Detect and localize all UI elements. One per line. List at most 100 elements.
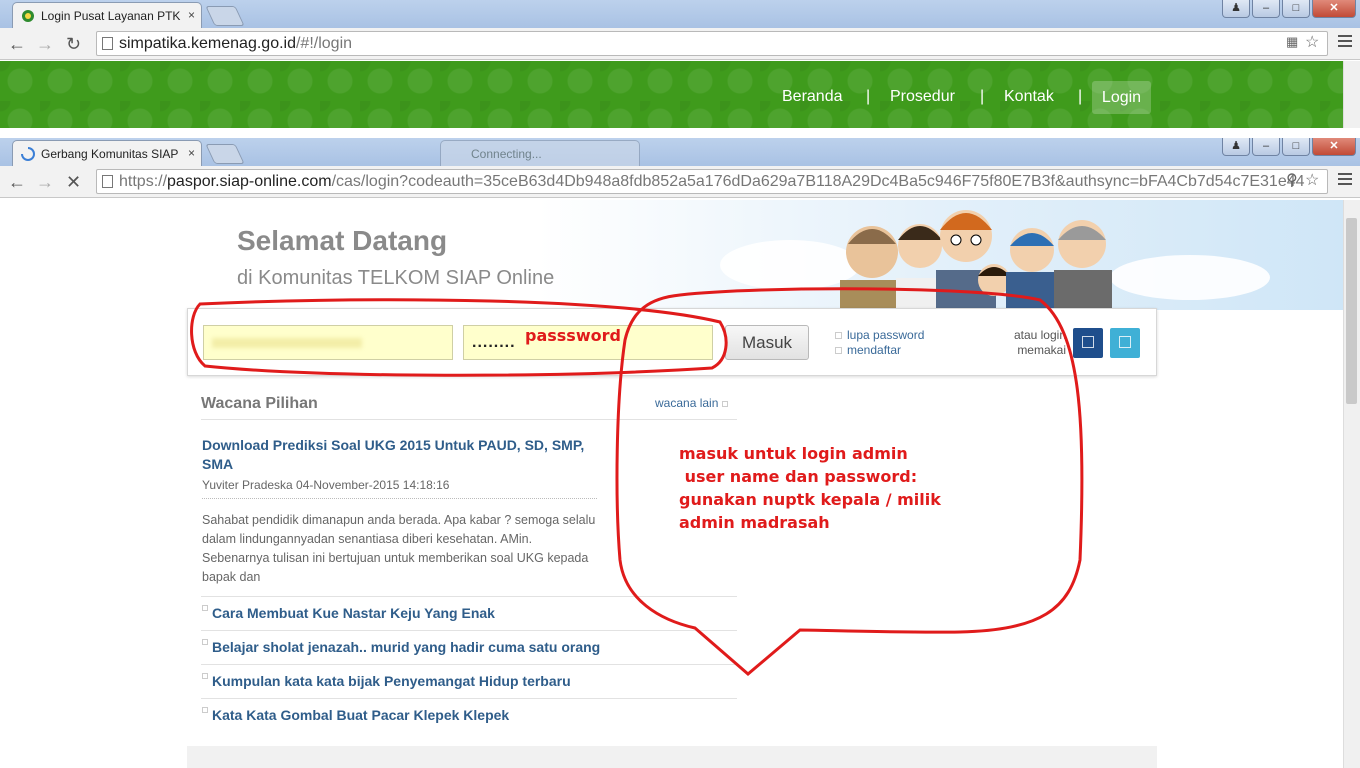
masuk-button[interactable]: Masuk [725,325,809,360]
mendaftar-link[interactable]: mendaftar [835,343,901,357]
minimize-button[interactable]: – [1252,0,1280,18]
nav-prosedur[interactable]: Prosedur [890,88,955,106]
reload-icon[interactable]: ↻ [66,34,81,54]
divider [202,498,597,499]
window-close-button[interactable]: ✕ [1312,0,1356,18]
chrome-menu-icon[interactable] [1338,35,1352,50]
callout-text: masuk untuk login admin user name dan pa… [679,442,941,534]
memakai-label: memakai [1017,343,1066,357]
list-item[interactable]: Kumpulan kata kata bijak Penyemangat Hid… [202,673,571,689]
link-bullet-icon [202,707,208,713]
link-bullet-icon [835,332,842,339]
kemenag-favicon-icon [22,10,34,22]
tab-gerbang-komunitas[interactable]: Gerbang Komunitas SIAP × [12,140,202,166]
back-arrow-icon[interactable]: ← [8,34,26,54]
login-form: ........ Masuk lupa password mendaftar a… [187,308,1157,376]
tab-connecting[interactable]: Connecting... [440,140,640,166]
featured-article-excerpt: Sahabat pendidik dimanapun anda berada. … [202,513,596,584]
link-bullet-icon [202,673,208,679]
maximize-button[interactable]: □ [1282,0,1310,18]
address-bar[interactable]: simpatika.kemenag.go.id/#!/login [96,31,1328,56]
window2-titlebar: Gerbang Komunitas SIAP × Connecting... ♟… [0,138,1360,166]
callout-line: user name dan password: [679,467,918,486]
twitter-icon [1119,336,1131,348]
divider [201,596,737,597]
user-icon[interactable]: ♟ [1222,138,1250,156]
tab-login-pusat[interactable]: Login Pusat Layanan PTK × [12,2,202,28]
forward-arrow-icon[interactable]: → [36,34,54,54]
list-item[interactable]: Cara Membuat Kue Nastar Keju Yang Enak [202,605,495,621]
divider [201,664,737,665]
forward-arrow-icon[interactable]: → [36,172,54,192]
mascot-characters-illustration [840,210,1112,308]
username-field[interactable] [203,325,453,360]
new-tab-button[interactable] [205,6,245,26]
page-icon [102,175,113,188]
footer-band [187,746,1157,768]
new-tab-button[interactable] [205,144,245,164]
bookmark-star-icon[interactable]: ☆ [1305,32,1319,52]
facebook-icon [1082,336,1094,348]
scrollbar[interactable] [1343,61,1360,128]
wacana-pilihan-heading: Wacana Pilihan [201,395,318,412]
list-item-label: Kata Kata Gombal Buat Pacar Klepek Klepe… [212,707,510,723]
callout-line: admin madrasah [679,513,830,532]
chrome-menu-icon[interactable] [1338,173,1352,188]
atau-login-text: atau login memakai [988,328,1066,358]
list-item[interactable]: Kata Kata Gombal Buat Pacar Klepek Klepe… [202,707,509,723]
facebook-login-button[interactable] [1073,328,1103,358]
password-dots: ........ [472,334,516,351]
url-path: /#!/login [295,35,353,52]
featured-article-title[interactable]: Download Prediksi Soal UKG 2015 Untuk PA… [202,436,602,474]
siap-login-page: Selamat Datang di Komunitas TELKOM SIAP … [0,200,1343,768]
scrollbar-thumb[interactable] [1346,218,1357,404]
lupa-password-label: lupa password [847,328,925,342]
callout-line: gunakan nuptk kepala / milik [679,490,941,509]
url-path: /cas/login?codeauth=35ceB63d4Db948a8fdb8… [331,173,1305,190]
nav-login[interactable]: Login [1092,81,1151,114]
nav-kontak[interactable]: Kontak [1004,88,1054,106]
lupa-password-link[interactable]: lupa password [835,328,924,342]
twitter-login-button[interactable] [1110,328,1140,358]
list-item-label: Belajar sholat jenazah.. murid yang hadi… [212,639,601,655]
minimize-button[interactable]: – [1252,138,1280,156]
maximize-button[interactable]: □ [1282,138,1310,156]
blurred-username [212,338,362,348]
callout-line: masuk untuk login admin [679,444,908,463]
back-arrow-icon[interactable]: ← [8,172,26,192]
url-host: simpatika.kemenag.go.id [119,35,296,52]
list-item-label: Cara Membuat Kue Nastar Keju Yang Enak [212,605,495,621]
link-bullet-icon [202,605,208,611]
wacana-lain-link[interactable]: wacana lain [655,396,728,410]
welcome-title: Selamat Datang [237,225,448,256]
mendaftar-label: mendaftar [847,343,902,357]
featured-article-meta: Yuviter Pradeska 04-November-2015 14:18:… [202,478,450,492]
bookmark-star-icon[interactable]: ☆ [1305,170,1319,190]
address-bar[interactable]: https://paspor.siap-online.com/cas/login… [96,169,1328,194]
atau-login-label: atau login [1013,328,1066,342]
window1-toolbar: ← → ↻ simpatika.kemenag.go.id/#!/login ▦… [0,28,1360,60]
tab-close-icon[interactable]: × [188,146,195,160]
user-icon[interactable]: ♟ [1222,0,1250,18]
key-icon[interactable]: ⚲ [1286,170,1298,190]
translate-icon[interactable]: ▦ [1286,34,1298,50]
tab-close-icon[interactable]: × [188,8,195,22]
wacana-lain-label: wacana lain [655,396,719,410]
nav-beranda[interactable]: Beranda [782,88,843,106]
page-icon [102,37,113,50]
divider [201,698,737,699]
url-scheme: https:// [119,173,168,190]
password-annotation-label: passsword [525,326,621,345]
welcome-subtitle: di Komunitas TELKOM SIAP Online [237,267,555,289]
window-close-button[interactable]: ✕ [1312,138,1356,156]
link-bullet-icon [721,401,728,407]
list-item[interactable]: Belajar sholat jenazah.. murid yang hadi… [202,639,600,655]
url-host: paspor.siap-online.com [167,173,332,190]
stop-icon[interactable]: ✕ [66,172,81,192]
tab-title: Login Pusat Layanan PTK [41,9,181,23]
list-item-label: Kumpulan kata kata bijak Penyemangat Hid… [212,673,571,689]
divider [201,419,737,420]
link-bullet-icon [835,347,842,354]
window1-titlebar: Login Pusat Layanan PTK × ♟ – □ ✕ [0,0,1360,28]
divider [201,630,737,631]
